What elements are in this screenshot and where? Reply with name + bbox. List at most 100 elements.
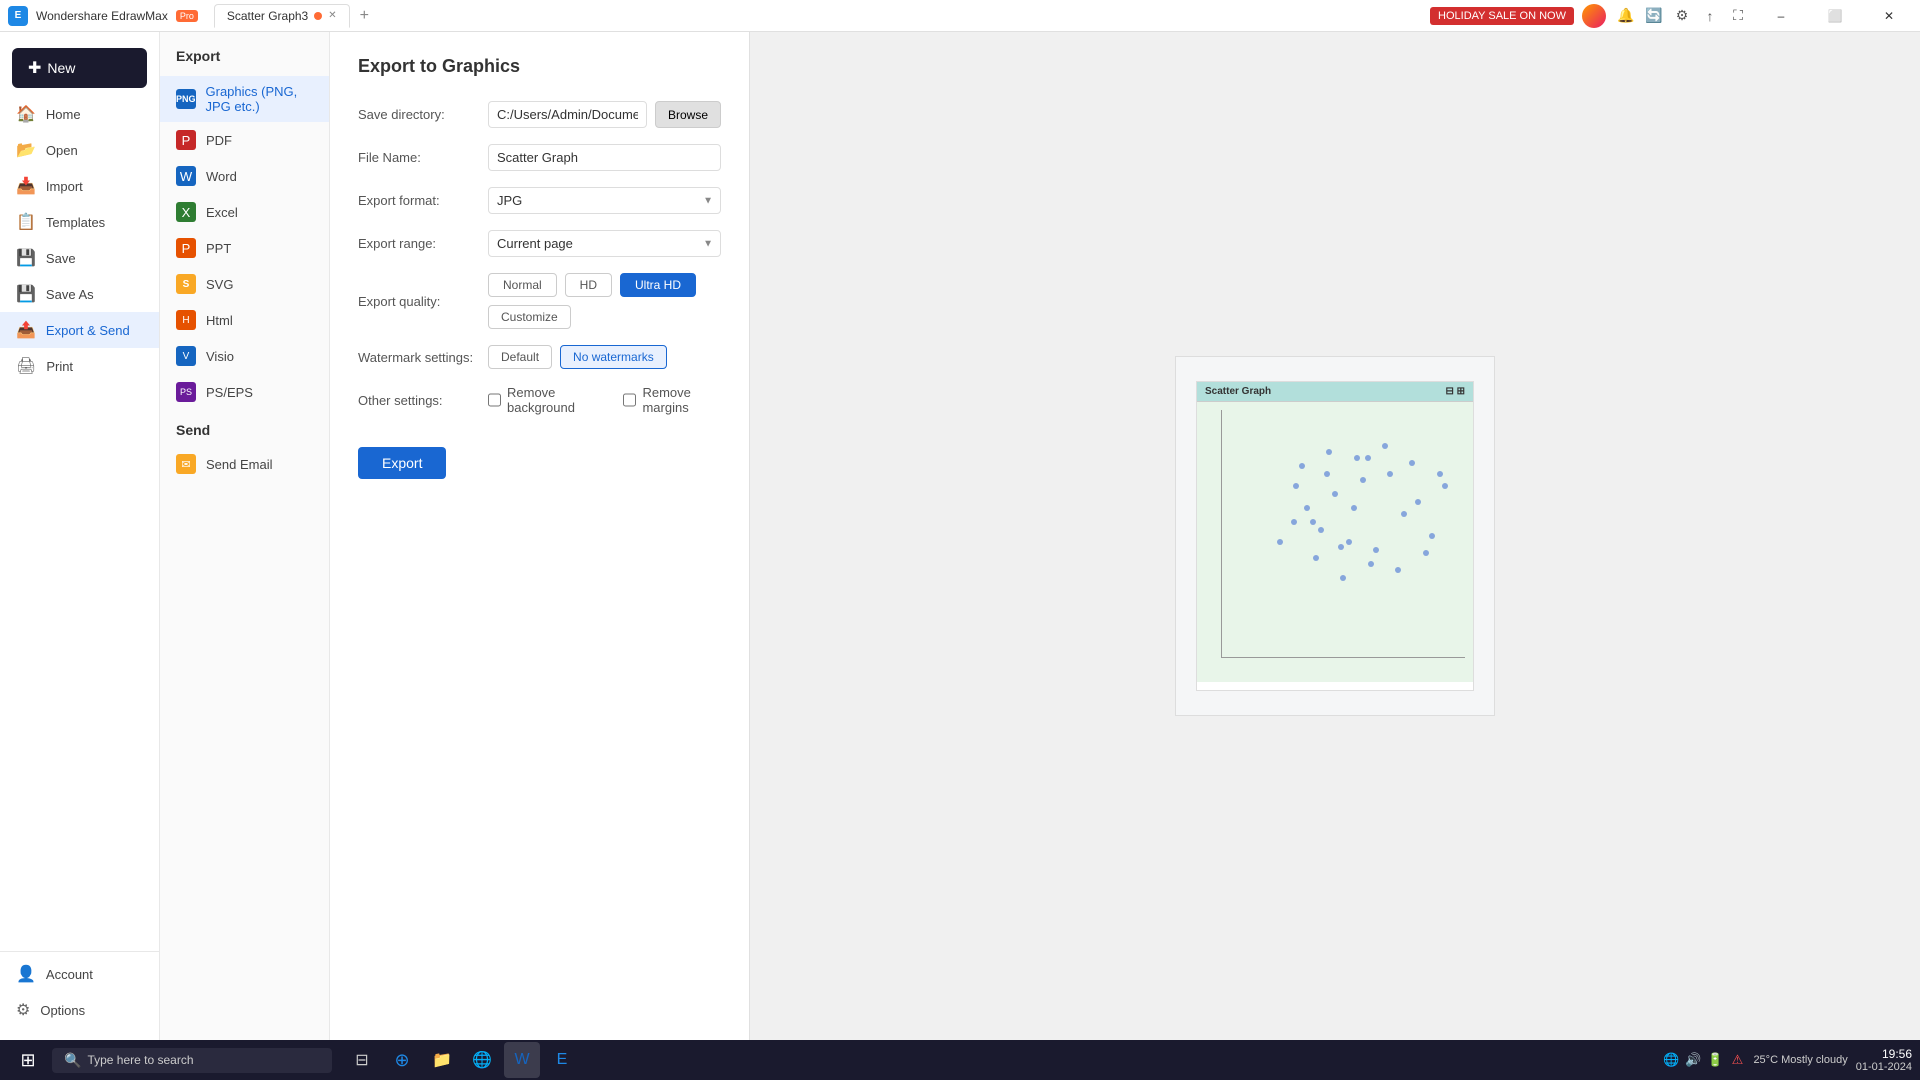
quality-ultra-hd-btn[interactable]: Ultra HD (620, 273, 696, 297)
export-quality-label: Export quality: (358, 294, 488, 309)
sidebar-spacer (0, 384, 159, 951)
taskbar-app-edge[interactable]: ⊕ (384, 1042, 420, 1078)
export-item-email[interactable]: ✉ Send Email (160, 446, 329, 482)
remove-margins-checkbox[interactable] (623, 393, 636, 407)
taskbar-app-taskview[interactable]: ⊟ (344, 1042, 380, 1078)
export-item-ppt[interactable]: P PPT (160, 230, 329, 266)
sidebar-label-import: Import (46, 179, 83, 194)
export-label-excel: Excel (206, 205, 238, 220)
avatar[interactable] (1582, 4, 1606, 28)
sidebar-item-home[interactable]: 🏠 Home (0, 96, 159, 132)
new-label: New (47, 60, 75, 76)
taskbar-search-input[interactable] (87, 1053, 287, 1067)
minimize-btn[interactable]: – (1758, 0, 1804, 32)
browse-btn[interactable]: Browse (655, 101, 721, 128)
export-label-pseps: PS/EPS (206, 385, 253, 400)
export-label-visio: Visio (206, 349, 234, 364)
settings-icon[interactable]: ⚙ (1670, 4, 1694, 28)
sidebar-label-save: Save (46, 251, 76, 266)
export-icon: 📤 (16, 320, 36, 340)
close-btn[interactable]: ✕ (1866, 0, 1912, 32)
watermark-default-btn[interactable]: Default (488, 345, 552, 369)
export-format-select[interactable]: JPG PNG GIF BMP (488, 187, 721, 214)
remove-margins-item[interactable]: Remove margins (623, 385, 721, 415)
taskbar: ⊞ 🔍 ⊟ ⊕ 📁 🌐 W E 🌐 🔊 🔋 ⚠ 25°C Mostly clou… (0, 1040, 1920, 1080)
sidebar-item-export-send[interactable]: 📤 Export & Send (0, 312, 159, 348)
preview-area: Scatter Graph ⊟ ⊞ (750, 32, 1920, 1040)
sidebar-item-templates[interactable]: 📋 Templates (0, 204, 159, 240)
sidebar-item-save-as[interactable]: 💾 Save As (0, 276, 159, 312)
export-format-control: JPG PNG GIF BMP (488, 187, 721, 214)
scatter-dot (1373, 547, 1379, 553)
word-icon: W (176, 166, 196, 186)
taskbar-search-icon: 🔍 (64, 1052, 81, 1069)
watermark-label: Watermark settings: (358, 350, 488, 365)
save-directory-input[interactable] (488, 101, 647, 128)
import-icon: 📥 (16, 176, 36, 196)
tab-close-btn[interactable]: ✕ (328, 10, 336, 21)
taskbar-app-word[interactable]: W (504, 1042, 540, 1078)
export-item-pseps[interactable]: PS PS/EPS (160, 374, 329, 410)
export-item-pdf[interactable]: P PDF (160, 122, 329, 158)
other-settings-control: Remove background Remove margins (488, 385, 721, 415)
taskbar-search[interactable]: 🔍 (52, 1048, 332, 1073)
file-name-input[interactable] (488, 144, 721, 171)
save-as-icon: 💾 (16, 284, 36, 304)
scatter-dot (1332, 491, 1338, 497)
taskbar-app-edraw[interactable]: E (544, 1042, 580, 1078)
export-btn[interactable]: Export (358, 447, 446, 479)
export-item-graphics[interactable]: PNG Graphics (PNG, JPG etc.) (160, 76, 329, 122)
sidebar-item-options[interactable]: ⚙ Options (0, 992, 159, 1028)
active-tab[interactable]: Scatter Graph3 ✕ (214, 4, 350, 28)
taskbar-right: 🌐 🔊 🔋 ⚠ 25°C Mostly cloudy 19:56 01-01-2… (1663, 1047, 1912, 1073)
svg-icon: S (176, 274, 196, 294)
excel-icon: X (176, 202, 196, 222)
export-format-row: Export format: JPG PNG GIF BMP (358, 187, 721, 214)
scatter-dot (1387, 471, 1393, 477)
send-section-title: Send (160, 410, 329, 446)
export-item-svg[interactable]: S SVG (160, 266, 329, 302)
export-format-label: Export format: (358, 193, 488, 208)
update-icon[interactable]: 🔄 (1642, 4, 1666, 28)
export-range-select[interactable]: Current page All pages (488, 230, 721, 257)
sidebar-item-save[interactable]: 💾 Save (0, 240, 159, 276)
sidebar-item-import[interactable]: 📥 Import (0, 168, 159, 204)
scatter-dot (1360, 477, 1366, 483)
watermark-row: Watermark settings: Default No watermark… (358, 345, 721, 369)
remove-background-checkbox[interactable] (488, 393, 501, 407)
fullscreen-icon[interactable]: ⛶ (1726, 4, 1750, 28)
app-name: Wondershare EdrawMax (36, 9, 168, 23)
customize-btn[interactable]: Customize (488, 305, 571, 329)
export-quality-row: Export quality: Normal HD Ultra HD Custo… (358, 273, 721, 329)
sidebar-item-account[interactable]: 👤 Account (0, 956, 159, 992)
export-item-word[interactable]: W Word (160, 158, 329, 194)
holiday-sale-btn[interactable]: HOLIDAY SALE ON NOW (1430, 7, 1574, 25)
share-icon[interactable]: ↑ (1698, 4, 1722, 28)
remove-background-item[interactable]: Remove background (488, 385, 603, 415)
maximize-btn[interactable]: ⬜ (1812, 0, 1858, 32)
html-icon: H (176, 310, 196, 330)
taskbar-app-chrome[interactable]: 🌐 (464, 1042, 500, 1078)
quality-normal-btn[interactable]: Normal (488, 273, 557, 297)
y-axis (1221, 410, 1222, 658)
new-btn[interactable]: ✚ New (12, 48, 147, 88)
bell-icon[interactable]: 🔔 (1614, 4, 1638, 28)
watermark-no-btn[interactable]: No watermarks (560, 345, 667, 369)
scatter-dot (1401, 511, 1407, 517)
export-item-visio[interactable]: V Visio (160, 338, 329, 374)
sidebar-item-print[interactable]: 🖨 Print (0, 348, 159, 384)
export-item-html[interactable]: H Html (160, 302, 329, 338)
taskbar-app-files[interactable]: 📁 (424, 1042, 460, 1078)
ppt-icon: P (176, 238, 196, 258)
add-tab-btn[interactable]: + (354, 5, 375, 27)
quality-hd-btn[interactable]: HD (565, 273, 612, 297)
scatter-dot (1415, 499, 1421, 505)
export-item-excel[interactable]: X Excel (160, 194, 329, 230)
email-icon: ✉ (176, 454, 196, 474)
sidebar-item-open[interactable]: 📂 Open (0, 132, 159, 168)
save-directory-label: Save directory: (358, 107, 488, 122)
start-btn[interactable]: ⊞ (8, 1040, 48, 1080)
system-tray: 🌐 🔊 🔋 ⚠ (1663, 1052, 1745, 1068)
scatter-dot (1346, 539, 1352, 545)
titlebar-icons: 🔔 🔄 ⚙ ↑ ⛶ (1614, 4, 1750, 28)
